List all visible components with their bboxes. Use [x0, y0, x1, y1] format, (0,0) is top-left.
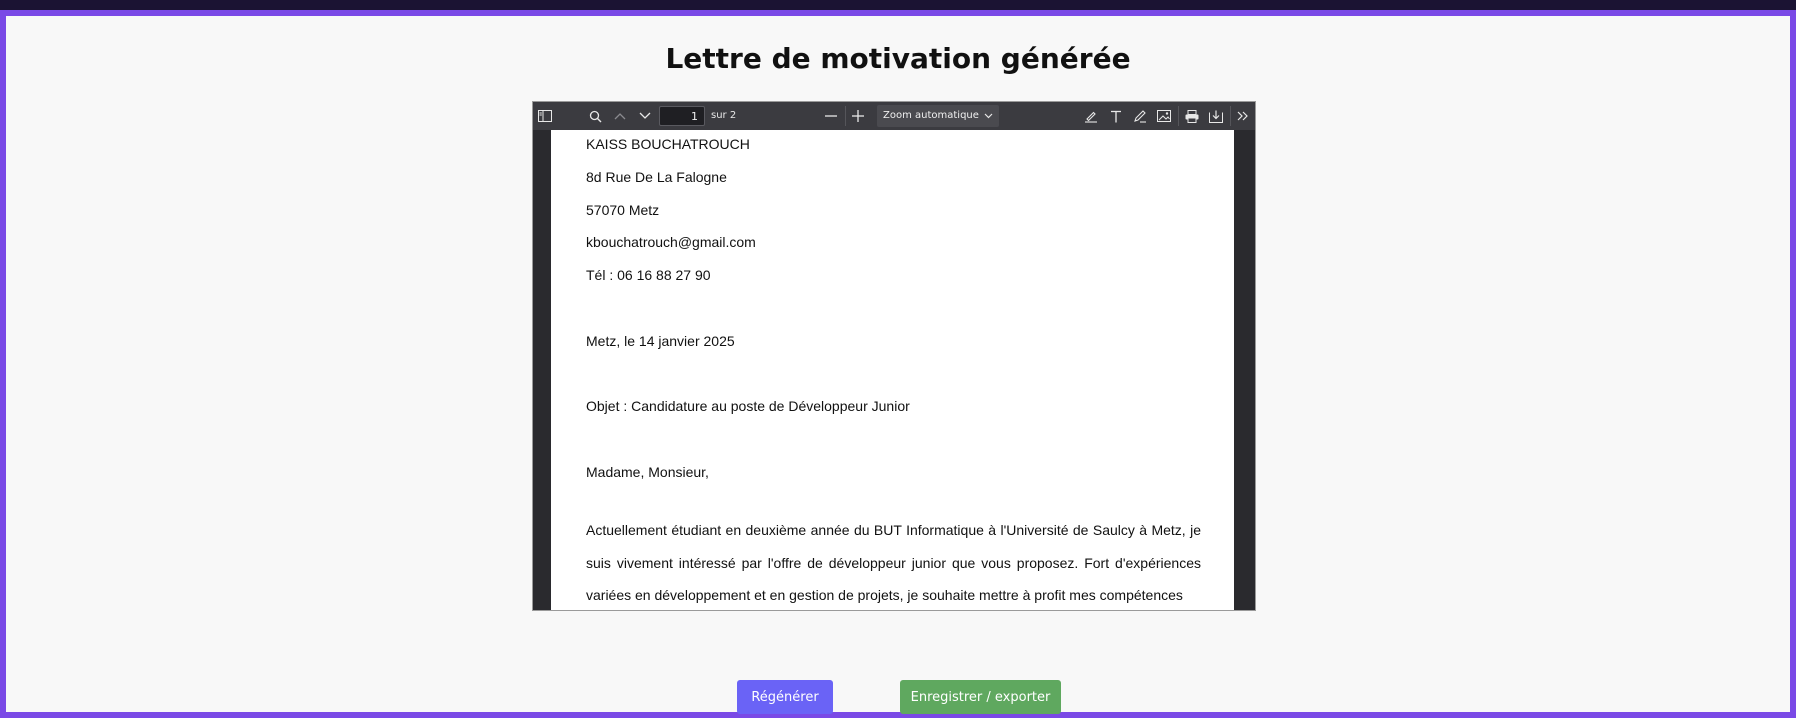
sender-email: kbouchatrouch@gmail.com: [586, 234, 756, 250]
draw-icon[interactable]: [1132, 102, 1148, 130]
image-icon[interactable]: [1156, 102, 1172, 130]
minus-icon[interactable]: [823, 102, 839, 130]
chevron-down-icon: [984, 111, 993, 122]
highlight-icon[interactable]: [1083, 102, 1099, 130]
search-icon[interactable]: [587, 102, 603, 130]
toolbar-separator: [1178, 106, 1179, 126]
sender-address: 8d Rue De La Falogne: [586, 169, 727, 185]
page-count: sur 2: [711, 110, 737, 121]
pdf-page-area[interactable]: KAISS BOUCHATROUCH 8d Rue De La Falogne …: [533, 130, 1255, 610]
page-title: Lettre de motivation générée: [665, 42, 1131, 75]
text-icon[interactable]: [1108, 102, 1124, 130]
sender-city: 57070 Metz: [586, 202, 660, 218]
letter-greeting: Madame, Monsieur,: [586, 464, 709, 480]
chevron-down-icon[interactable]: [637, 102, 653, 130]
sender-name: KAISS BOUCHATROUCH: [586, 136, 750, 152]
more-tools-icon[interactable]: [1235, 102, 1251, 130]
print-icon[interactable]: [1184, 102, 1200, 130]
toolbar-separator: [845, 106, 846, 126]
pdf-viewer: 1 sur 2 Zoom automatique KAISS BOUCHATRO…: [532, 101, 1256, 611]
page-number-input[interactable]: 1: [659, 106, 705, 126]
sender-phone: Tél : 06 16 88 27 90: [586, 267, 711, 283]
pdf-toolbar: 1 sur 2 Zoom automatique: [533, 102, 1255, 130]
sidebar-toggle-icon[interactable]: [537, 102, 553, 130]
letter-paragraph: Actuellement étudiant en deuxième année …: [586, 522, 1201, 604]
export-button[interactable]: Enregistrer / exporter: [900, 680, 1061, 714]
chevron-up-icon[interactable]: [612, 102, 628, 130]
toolbar-separator: [1230, 106, 1231, 126]
window-top-bar: [0, 0, 1796, 10]
pdf-page: KAISS BOUCHATROUCH 8d Rue De La Falogne …: [551, 130, 1234, 610]
regenerate-button[interactable]: Régénérer: [737, 680, 833, 714]
zoom-select-value: Zoom automatique: [883, 110, 979, 121]
letter-date: Metz, le 14 janvier 2025: [586, 333, 735, 349]
zoom-select[interactable]: Zoom automatique: [877, 105, 999, 127]
plus-icon[interactable]: [850, 102, 866, 130]
letter-subject: Objet : Candidature au poste de Développ…: [586, 398, 910, 414]
save-icon[interactable]: [1208, 102, 1224, 130]
